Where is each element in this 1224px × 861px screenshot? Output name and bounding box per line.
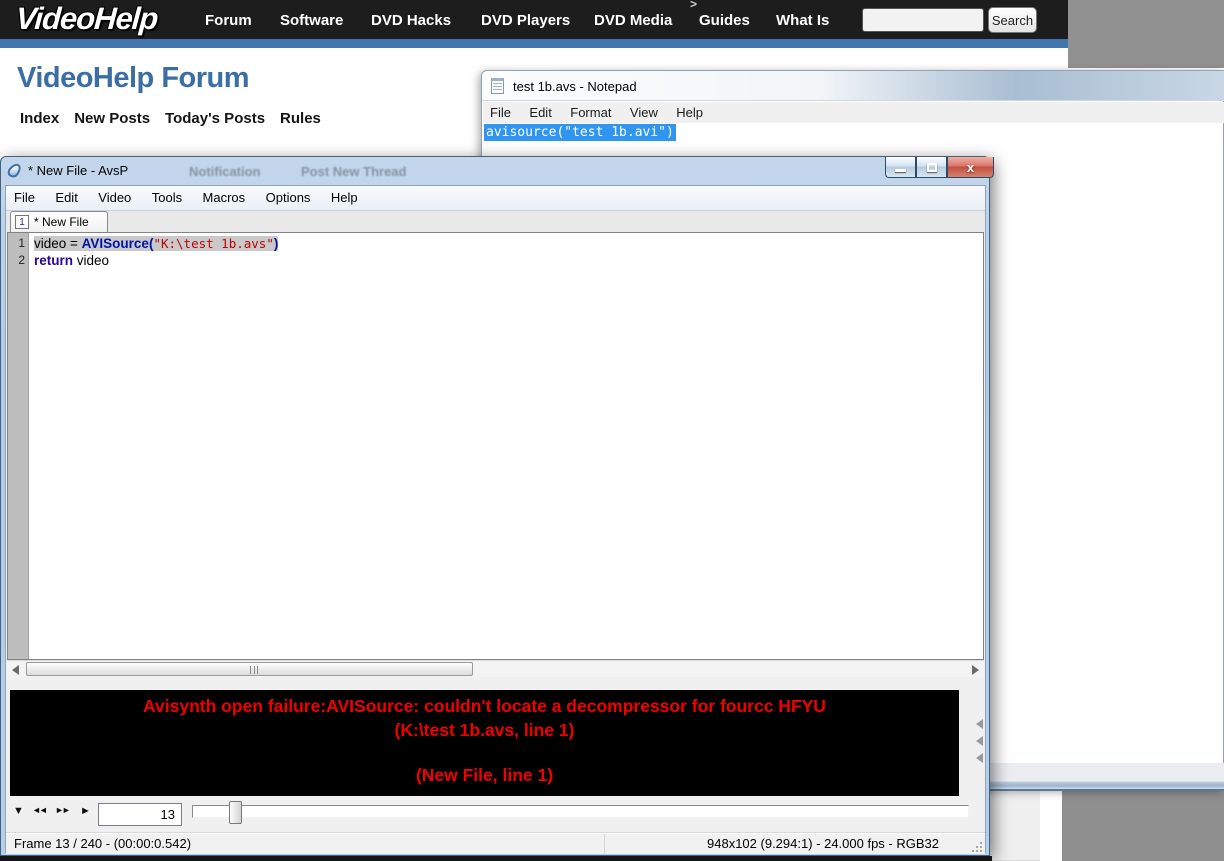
notepad-titlebar[interactable]: test 1b.avs - Notepad [482, 71, 1224, 101]
search-input[interactable] [862, 8, 984, 32]
link-index[interactable]: Index [20, 110, 59, 127]
frame-slider-thumb[interactable] [229, 801, 242, 824]
pane-arrow-icon[interactable] [976, 719, 983, 729]
search-button[interactable]: Search [988, 7, 1037, 33]
nav-software[interactable]: Software [280, 0, 343, 39]
close-icon: x [966, 159, 975, 175]
notepad-title: test 1b.avs - Notepad [513, 79, 637, 94]
window-buttons: x [885, 157, 994, 178]
tab-number-icon: 1 [15, 215, 29, 229]
stray-caret: > [690, 0, 698, 11]
video-menu-button[interactable]: ▼ [13, 805, 24, 817]
play-button[interactable]: ► [80, 805, 91, 817]
step-back-button[interactable]: ◄◄ [32, 805, 48, 815]
background-window-fragment-top [1068, 0, 1224, 68]
avisynth-error-line-3: (New File, line 1) [415, 765, 554, 785]
notepad-menu-help[interactable]: Help [669, 102, 710, 123]
window-bottom-edge [0, 856, 992, 861]
link-new-posts[interactable]: New Posts [74, 110, 150, 127]
status-divider [604, 834, 605, 854]
maximize-icon [926, 162, 937, 172]
avsp-client-area: File Edit Video Tools Macros Options Hel… [5, 185, 986, 854]
avsp-menu-tools[interactable]: Tools [144, 186, 190, 209]
link-todays-posts[interactable]: Today's Posts [165, 110, 265, 127]
frame-number-input[interactable] [98, 803, 182, 826]
minimize-button[interactable] [885, 157, 916, 178]
frame-slider-track[interactable] [192, 805, 969, 818]
nav-dvd-hacks[interactable]: DVD Hacks [371, 0, 451, 39]
scroll-left-icon[interactable] [12, 665, 19, 675]
avsp-menu-help[interactable]: Help [323, 186, 366, 209]
status-frame-info: Frame 13 / 240 - (00:00:0.542) [14, 836, 192, 851]
avsp-app-icon [5, 161, 24, 180]
avisynth-error-line-2: (K:\test 1b.avs, line 1) [394, 720, 575, 740]
resize-grip[interactable] [971, 841, 982, 852]
avisynth-error-line-1: Avisynth open failure:AVISource: couldn'… [143, 696, 826, 716]
video-preview-pane: Avisynth open failure:AVISource: couldn'… [10, 690, 959, 796]
avsp-menu-edit[interactable]: Edit [47, 186, 85, 209]
videohelp-logo[interactable]: VideoHelp [15, 1, 159, 37]
maximize-button[interactable] [916, 157, 947, 178]
link-rules[interactable]: Rules [280, 110, 321, 127]
notepad-icon [491, 78, 504, 94]
glass-ghost-text: Post New Thread [301, 164, 407, 179]
screen: VideoHelp Forum Software DVD Hacks DVD P… [0, 0, 1224, 861]
status-bar: Frame 13 / 240 - (00:00:0.542) 948x102 (… [6, 832, 985, 854]
nav-what-is[interactable]: What Is [776, 0, 829, 39]
notepad-menu-view[interactable]: View [623, 102, 665, 123]
editor-horizontal-scrollbar[interactable] [7, 660, 984, 677]
tab-new-file[interactable]: 1 * New File [10, 211, 108, 232]
avsp-menu-options[interactable]: Options [258, 186, 319, 209]
notepad-menu-format[interactable]: Format [563, 102, 618, 123]
page-title: VideoHelp Forum [17, 62, 250, 94]
tab-label: * New File [34, 215, 89, 229]
status-video-info: 948x102 (9.294:1) - 24.000 fps - RGB32 [707, 836, 939, 851]
scrollbar-thumb[interactable] [26, 662, 473, 676]
nav-forum[interactable]: Forum [205, 0, 252, 39]
forum-links: Index New Posts Today's Posts Rules [20, 110, 321, 127]
code-line-2[interactable]: return video [34, 253, 109, 268]
pane-arrow-icon[interactable] [976, 736, 983, 746]
background-window-fragment-bottom [1062, 790, 1224, 861]
line-number-gutter: 1 2 [8, 233, 29, 659]
header-accent-bar [0, 39, 1224, 48]
notepad-menubar: File Edit Format View Help [483, 102, 1224, 123]
script-editor[interactable]: 1 2 video = AVISource("K:\test 1b.avs") … [7, 232, 984, 660]
glass-ghost-text: Notification [189, 164, 261, 179]
site-header: VideoHelp Forum Software DVD Hacks DVD P… [0, 0, 1224, 39]
line-number: 1 [18, 236, 25, 250]
avsp-title: * New File - AvsP [28, 163, 129, 178]
notepad-menu-file[interactable]: File [483, 102, 518, 123]
step-forward-button[interactable]: ►► [55, 805, 71, 815]
code-line-1[interactable]: video = AVISource("K:\test 1b.avs") [34, 236, 279, 251]
notepad-selected-text[interactable]: avisource("test 1b.avi") [484, 124, 676, 141]
avsp-tab-bar: 1 * New File [6, 211, 985, 232]
minimize-icon [895, 168, 906, 172]
nav-dvd-media[interactable]: DVD Media [594, 0, 672, 39]
scroll-right-icon[interactable] [972, 665, 979, 675]
avsp-menubar: File Edit Video Tools Macros Options Hel… [6, 186, 985, 211]
nav-dvd-players[interactable]: DVD Players [481, 0, 570, 39]
playback-controls: ▼ ◄◄ ►► ► [6, 800, 985, 830]
background-page-fragment [990, 790, 1040, 861]
avsp-menu-file[interactable]: File [6, 186, 43, 209]
line-number: 2 [18, 253, 25, 267]
notepad-menu-edit[interactable]: Edit [522, 102, 558, 123]
pane-arrow-icon[interactable] [976, 753, 983, 763]
nav-guides[interactable]: Guides [699, 0, 750, 39]
close-button[interactable]: x [947, 157, 994, 178]
avsp-titlebar[interactable]: * New File - AvsP Notification Post New … [1, 157, 994, 185]
avsp-menu-macros[interactable]: Macros [195, 186, 254, 209]
avsp-menu-video[interactable]: Video [90, 186, 139, 209]
avsp-window: * New File - AvsP Notification Post New … [0, 156, 994, 861]
